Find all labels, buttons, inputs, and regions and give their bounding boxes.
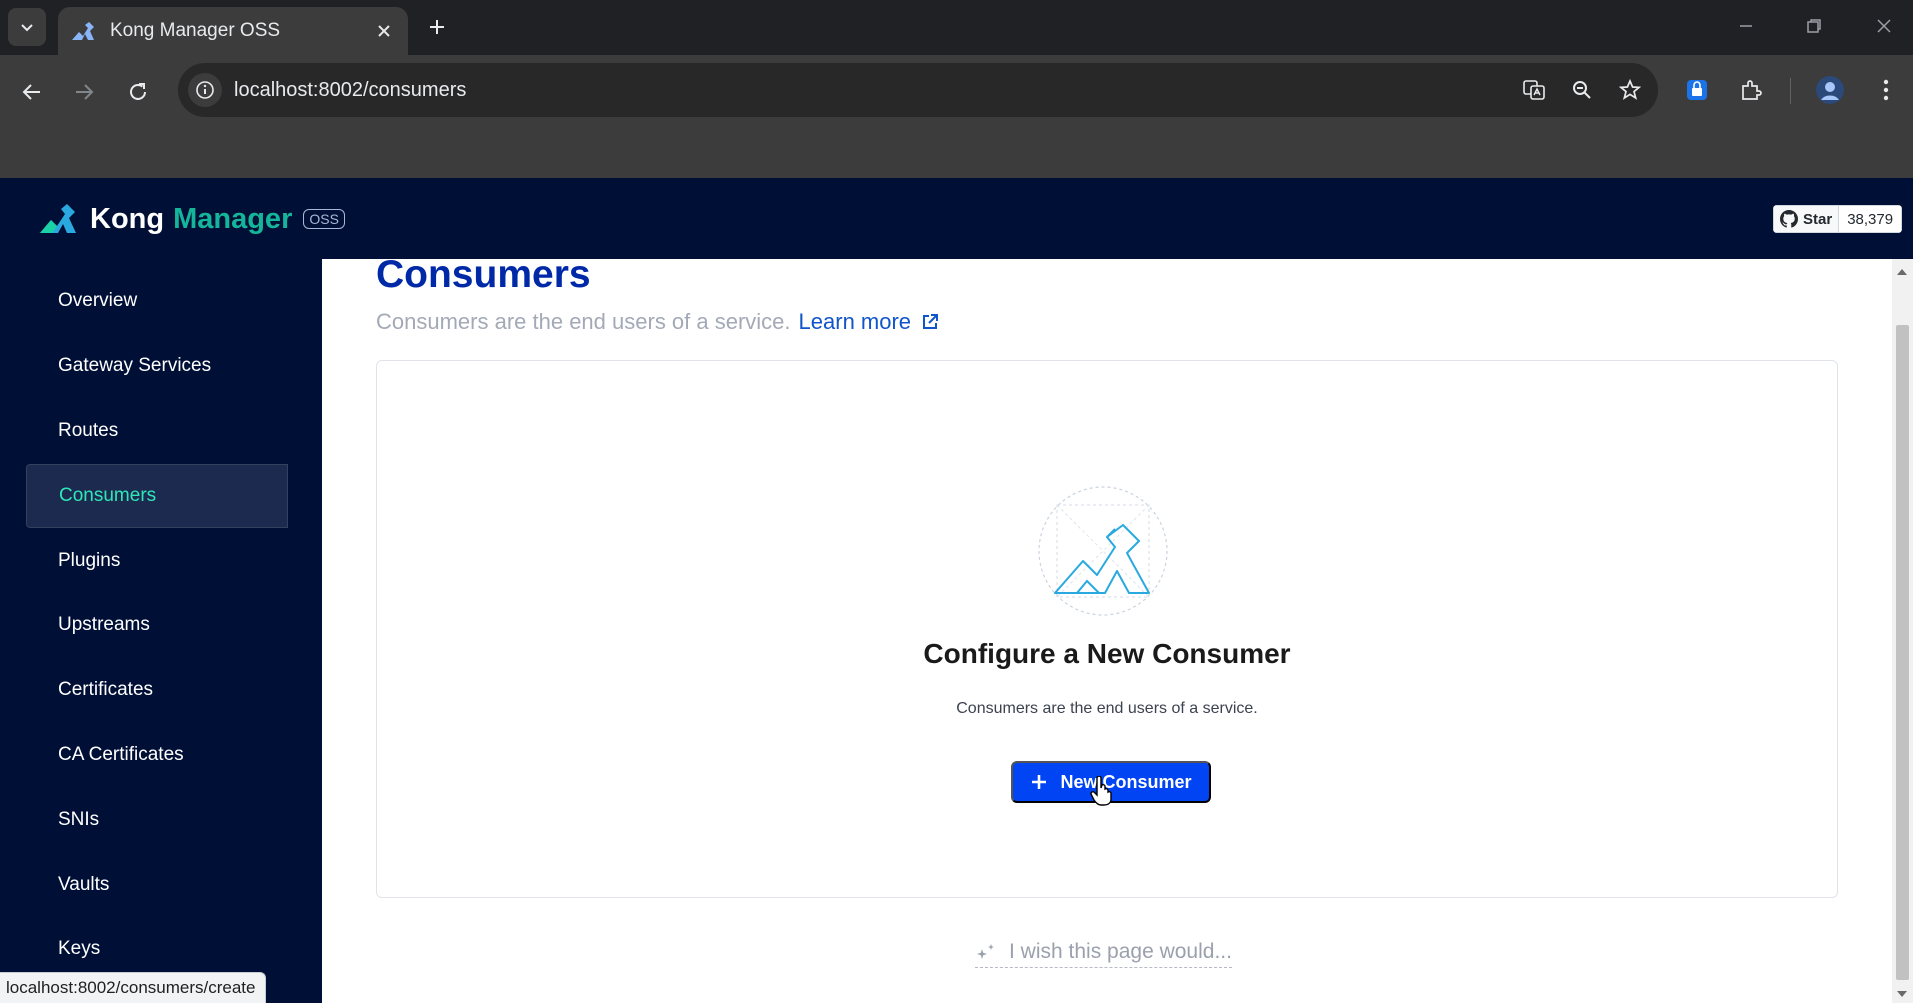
browser-tab[interactable]: Kong Manager OSS	[58, 7, 408, 55]
sparkle-icon	[975, 943, 997, 961]
learn-more-text: Learn more	[798, 309, 912, 334]
new-consumer-label: New Consumer	[1060, 771, 1192, 792]
minimize-button[interactable]	[1726, 8, 1766, 44]
address-bar[interactable]: localhost:8002/consumers	[178, 63, 1658, 117]
url-text[interactable]: localhost:8002/consumers	[234, 79, 1514, 102]
toolbar-divider	[1790, 78, 1791, 104]
github-icon	[1780, 210, 1798, 228]
kong-favicon-icon	[72, 22, 94, 40]
main-content: Consumers Consumers are the end users of…	[322, 259, 1892, 1003]
new-tab-button[interactable]	[420, 10, 454, 44]
forward-button[interactable]	[64, 72, 104, 112]
github-star-label: Star	[1803, 210, 1833, 228]
extensions-icon[interactable]	[1731, 70, 1771, 110]
scroll-up-arrow-icon[interactable]	[1897, 269, 1907, 275]
tab-close-icon[interactable]	[372, 19, 396, 43]
sidebar-item-routes[interactable]: Routes	[26, 399, 288, 463]
logo-kong-text: Kong	[90, 202, 165, 235]
kong-logo-icon	[40, 204, 76, 233]
page-scrollbar[interactable]	[1892, 259, 1913, 1003]
sidebar-item-gateway-services[interactable]: Gateway Services	[26, 334, 288, 398]
hand-cursor-icon	[1090, 776, 1112, 806]
tab-title: Kong Manager OSS	[110, 20, 281, 41]
browser-menu-icon[interactable]	[1866, 70, 1906, 110]
learn-more-link[interactable]: Learn more	[799, 309, 940, 335]
sidebar-item-ca-certificates[interactable]: CA Certificates	[26, 723, 288, 787]
empty-state-description: Consumers are the end users of a service…	[956, 700, 1258, 717]
reload-button[interactable]	[118, 72, 158, 112]
restore-icon	[1807, 19, 1821, 33]
sidebar-item-snis[interactable]: SNIs	[26, 788, 288, 852]
profile-avatar[interactable]	[1810, 70, 1850, 110]
github-star-count[interactable]: 38,379	[1839, 205, 1903, 233]
page-description: Consumers are the end users of a service…	[376, 309, 791, 334]
back-arrow-icon	[22, 84, 40, 100]
restore-button[interactable]	[1794, 8, 1834, 44]
chevron-down-icon	[21, 24, 33, 32]
oss-badge: OSS	[303, 209, 345, 229]
site-info-icon[interactable]	[188, 73, 222, 107]
empty-state-title: Configure a New Consumer	[923, 638, 1291, 669]
reload-icon	[130, 83, 146, 100]
sidebar-item-certificates[interactable]: Certificates	[26, 658, 288, 722]
close-icon	[1877, 19, 1891, 33]
github-star-button[interactable]: Star	[1773, 205, 1840, 233]
kong-empty-state-icon	[1038, 486, 1168, 616]
password-manager-icon[interactable]	[1677, 70, 1717, 110]
feedback-link[interactable]: I wish this page would...	[975, 940, 1232, 968]
feedback-text: I wish this page would...	[1009, 940, 1232, 963]
scroll-down-arrow-icon[interactable]	[1897, 991, 1907, 997]
logo-manager-text: Manager	[173, 202, 293, 235]
sidebar-item-consumers[interactable]: Consumers	[26, 464, 288, 528]
plus-icon	[430, 20, 444, 34]
page-title: Consumers	[376, 259, 591, 296]
close-window-button[interactable]	[1864, 8, 1904, 44]
translate-icon[interactable]	[1514, 70, 1554, 110]
sidebar-item-overview[interactable]: Overview	[26, 269, 288, 333]
empty-state-card: Configure a New Consumer Consumers are t…	[376, 360, 1838, 898]
browser-tabstrip: Kong Manager OSS	[0, 0, 1913, 55]
page-subtitle: Consumers are the end users of a service…	[376, 309, 939, 335]
app-header: Kong Manager OSS Star 38,379	[0, 178, 1913, 259]
sidebar-item-vaults[interactable]: Vaults	[26, 853, 288, 917]
plus-icon	[1030, 773, 1048, 791]
sidebar-nav: Overview Gateway Services Routes Consume…	[0, 259, 322, 1003]
kong-manager-logo[interactable]: Kong Manager OSS	[38, 202, 345, 236]
external-link-icon	[921, 313, 939, 331]
minimize-icon	[1740, 25, 1752, 27]
sidebar-item-upstreams[interactable]: Upstreams	[26, 593, 288, 657]
bookmark-star-icon[interactable]	[1610, 70, 1650, 110]
github-star-widget[interactable]: Star 38,379	[1773, 205, 1903, 233]
scrollbar-thumb[interactable]	[1896, 325, 1909, 980]
link-status-bubble: localhost:8002/consumers/create	[0, 972, 267, 1003]
tab-search-button[interactable]	[8, 8, 46, 46]
forward-arrow-icon	[76, 84, 94, 100]
zoom-icon[interactable]	[1562, 70, 1602, 110]
sidebar-item-plugins[interactable]: Plugins	[26, 529, 288, 593]
back-button[interactable]	[12, 72, 52, 112]
